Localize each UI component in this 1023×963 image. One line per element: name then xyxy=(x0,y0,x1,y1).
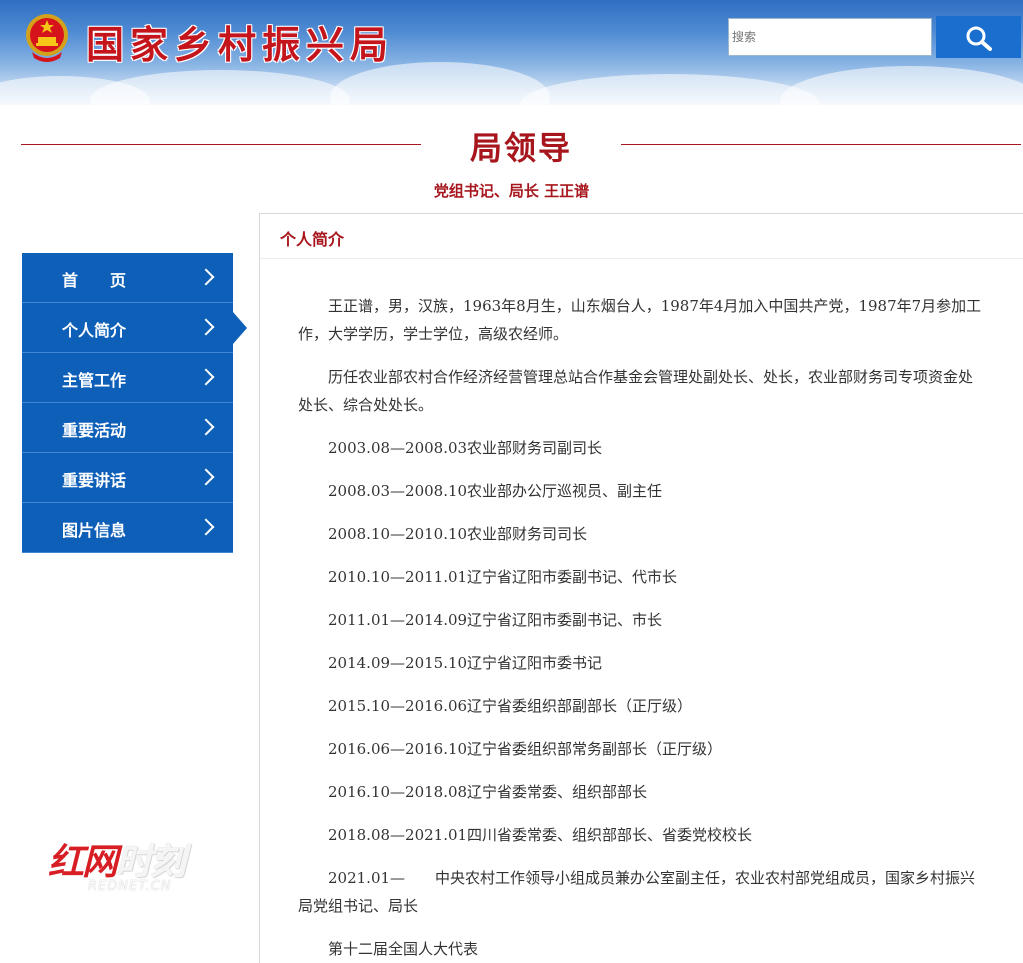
watermark-domain: REDNET.CN xyxy=(88,879,172,894)
bio-paragraph: 2014.09—2015.10辽宁省辽阳市委书记 xyxy=(328,654,603,672)
watermark-red-text: 红网 xyxy=(48,842,118,883)
bio-paragraph: 第十二届全国人大代表 xyxy=(328,940,479,958)
title-rule-right xyxy=(621,144,1021,145)
rednet-watermark: 红网时刻 REDNET.CN xyxy=(44,833,244,903)
sidebar-item-label: 重要活动 xyxy=(62,421,127,440)
bio-paragraph: 2021.01— 中央农村工作领导小组成员兼办公室副主任，农业农村部党组成员，国… xyxy=(298,869,976,915)
chevron-right-icon xyxy=(197,418,215,436)
sidebar-nav: 首 页 个人简介 主管工作 重要活动 重要讲话 图片信息 xyxy=(22,253,247,553)
bio-paragraph: 2003.08—2008.03农业部财务司副司长 xyxy=(328,439,603,457)
sidebar-item-home[interactable]: 首 页 xyxy=(22,253,233,303)
sidebar-item-profile[interactable]: 个人简介 xyxy=(22,303,247,353)
watermark-light-text: 时刻 xyxy=(116,842,186,883)
title-rule-left xyxy=(21,144,421,145)
chevron-right-icon xyxy=(197,268,215,286)
bio-paragraph: 2008.10—2010.10农业部财务司司长 xyxy=(328,525,588,543)
sidebar-item-responsibilities[interactable]: 主管工作 xyxy=(22,353,233,403)
site-title[interactable]: 国家乡村振兴局 xyxy=(86,14,394,69)
sidebar-item-speeches[interactable]: 重要讲话 xyxy=(22,453,233,503)
search-input[interactable] xyxy=(728,18,932,56)
sidebar-item-activities[interactable]: 重要活动 xyxy=(22,403,233,453)
sidebar-item-photos[interactable]: 图片信息 xyxy=(22,503,233,553)
bio-paragraph: 2008.03—2008.10农业部办公厅巡视员、副主任 xyxy=(328,482,663,500)
sidebar-item-label: 图片信息 xyxy=(62,521,127,540)
leader-title: 党组书记、局长 王正谱 xyxy=(433,182,590,200)
biography: 王正谱，男，汉族，1963年8月生，山东烟台人，1987年4月加入中国共产党，1… xyxy=(298,292,986,963)
section-title: 局领导 xyxy=(469,129,572,167)
header-cloud xyxy=(520,74,820,105)
bio-paragraph: 2016.10—2018.08辽宁省委常委、组织部部长 xyxy=(328,783,648,801)
national-emblem-icon[interactable] xyxy=(24,12,70,62)
search-icon xyxy=(966,26,992,51)
content-heading: 个人简介 xyxy=(280,230,345,249)
sidebar-item-label: 主管工作 xyxy=(62,371,127,390)
bio-paragraph: 2010.10—2011.01辽宁省辽阳市委副书记、代市长 xyxy=(328,568,678,586)
chevron-right-icon xyxy=(197,518,215,536)
bio-paragraph: 2011.01—2014.09辽宁省辽阳市委副书记、市长 xyxy=(328,611,663,629)
sidebar-item-label: 个人简介 xyxy=(62,321,127,340)
bio-paragraph: 历任农业部农村合作经济经营管理总站合作基金会管理处副处长、处长，农业部财务司专项… xyxy=(298,368,974,414)
bio-paragraph: 王正谱，男，汉族，1963年8月生，山东烟台人，1987年4月加入中国共产党，1… xyxy=(298,297,982,343)
content-divider xyxy=(260,258,1023,259)
bio-paragraph: 2016.06—2016.10辽宁省委组织部常务副部长（正厅级） xyxy=(328,740,723,758)
content-panel: 个人简介 王正谱，男，汉族，1963年8月生，山东烟台人，1987年4月加入中国… xyxy=(259,213,1023,963)
site-header: 国家乡村振兴局 xyxy=(0,0,1023,105)
watermark-logo: 红网时刻 xyxy=(48,833,186,885)
chevron-right-icon xyxy=(197,468,215,486)
bio-paragraph: 2015.10—2016.06辽宁省委组织部副部长（正厅级） xyxy=(328,697,693,715)
bio-paragraph: 2018.08—2021.01四川省委常委、组织部部长、省委党校校长 xyxy=(328,826,753,844)
search-button[interactable] xyxy=(936,16,1021,58)
chevron-right-icon xyxy=(197,368,215,386)
header-cloud xyxy=(780,66,1023,105)
sidebar-item-label: 重要讲话 xyxy=(62,471,127,490)
sidebar-item-label: 首 页 xyxy=(62,271,127,290)
chevron-right-icon xyxy=(197,318,215,336)
